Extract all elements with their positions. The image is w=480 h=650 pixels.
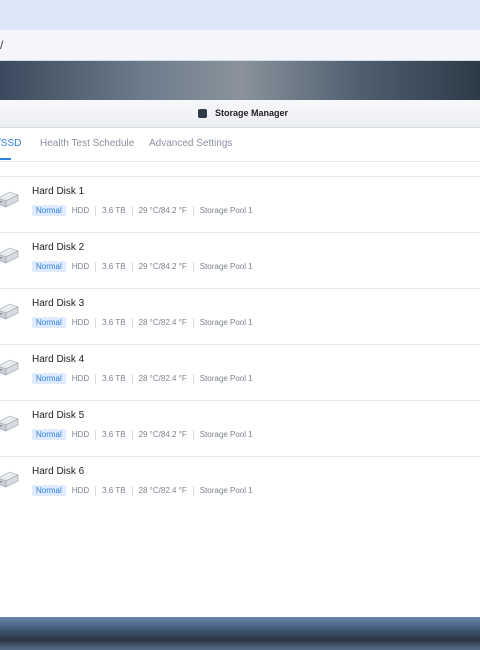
- separator: [95, 261, 97, 272]
- status-badge: Normal: [32, 261, 66, 272]
- disk-size: 3.6 TB: [102, 206, 126, 215]
- disk-row[interactable]: Hard Disk 5 Normal HDD 3.6 TB 29 °C/84.2…: [0, 400, 480, 449]
- separator: [131, 205, 133, 216]
- active-tab-indicator: [0, 158, 11, 160]
- browser-tab-bar: [0, 0, 480, 31]
- disk-row[interactable]: Hard Disk 6 Normal HDD 3.6 TB 28 °C/82.4…: [0, 456, 480, 505]
- disk-name: Hard Disk 6: [32, 466, 85, 477]
- tab-advanced-settings[interactable]: Advanced Settings: [149, 138, 232, 149]
- hdd-icon: [0, 471, 19, 488]
- status-badge: Normal: [32, 317, 66, 328]
- storage-manager-icon: [198, 109, 207, 118]
- disk-type: HDD: [71, 206, 90, 215]
- hdd-icon: [0, 359, 19, 376]
- separator: [131, 373, 133, 384]
- disk-temperature: 29 °C/84.2 °F: [138, 206, 187, 215]
- disk-name: Hard Disk 5: [32, 410, 85, 421]
- disk-type: HDD: [71, 374, 90, 383]
- disk-size: 3.6 TB: [102, 430, 126, 439]
- separator: [95, 429, 97, 440]
- address-text: /: [0, 38, 4, 52]
- hdd-icon: [0, 191, 19, 208]
- separator: [95, 373, 97, 384]
- disk-meta: Normal HDD 3.6 TB 28 °C/82.4 °F Storage …: [32, 316, 253, 329]
- separator: [192, 205, 194, 216]
- browser-address-bar[interactable]: /: [0, 30, 480, 61]
- disk-storage-pool: Storage Pool 1: [199, 262, 253, 271]
- disk-temperature: 29 °C/84.2 °F: [138, 262, 187, 271]
- disk-temperature: 28 °C/82.4 °F: [138, 374, 187, 383]
- separator: [131, 429, 133, 440]
- desktop-wallpaper-bottom: [0, 617, 480, 650]
- disk-meta: Normal HDD 3.6 TB 28 °C/82.4 °F Storage …: [32, 484, 253, 497]
- tab-hdd-ssd[interactable]: /SSD: [0, 138, 21, 149]
- disk-size: 3.6 TB: [102, 486, 126, 495]
- desktop-wallpaper-top: [0, 61, 480, 100]
- disk-name: Hard Disk 2: [32, 242, 85, 253]
- status-badge: Normal: [32, 485, 66, 496]
- hdd-icon: [0, 247, 19, 264]
- disk-meta: Normal HDD 3.6 TB 29 °C/84.2 °F Storage …: [32, 204, 253, 217]
- disk-row[interactable]: Hard Disk 2 Normal HDD 3.6 TB 29 °C/84.2…: [0, 232, 480, 281]
- disk-storage-pool: Storage Pool 1: [199, 318, 253, 327]
- disk-storage-pool: Storage Pool 1: [199, 486, 253, 495]
- window-title: Storage Manager: [215, 108, 289, 118]
- disk-row[interactable]: Hard Disk 1 Normal HDD 3.6 TB 29 °C/84.2…: [0, 176, 480, 225]
- tab-bar: /SSD Health Test Schedule Advanced Setti…: [0, 127, 480, 162]
- separator: [95, 205, 97, 216]
- separator: [95, 485, 97, 496]
- disk-size: 3.6 TB: [102, 262, 126, 271]
- disk-row[interactable]: Hard Disk 4 Normal HDD 3.6 TB 28 °C/82.4…: [0, 344, 480, 393]
- separator: [95, 317, 97, 328]
- disk-meta: Normal HDD 3.6 TB 28 °C/82.4 °F Storage …: [32, 372, 253, 385]
- storage-manager-window: Storage Manager /SSD Health Test Schedul…: [0, 100, 480, 617]
- separator: [131, 317, 133, 328]
- status-badge: Normal: [32, 205, 66, 216]
- disk-type: HDD: [71, 430, 90, 439]
- disk-size: 3.6 TB: [102, 374, 126, 383]
- disk-storage-pool: Storage Pool 1: [199, 374, 253, 383]
- disk-storage-pool: Storage Pool 1: [199, 206, 253, 215]
- disk-row[interactable]: Hard Disk 3 Normal HDD 3.6 TB 28 °C/82.4…: [0, 288, 480, 337]
- disk-type: HDD: [71, 262, 90, 271]
- disk-meta: Normal HDD 3.6 TB 29 °C/84.2 °F Storage …: [32, 260, 253, 273]
- separator: [131, 485, 133, 496]
- disk-type: HDD: [71, 318, 90, 327]
- disk-temperature: 28 °C/82.4 °F: [138, 486, 187, 495]
- separator: [192, 429, 194, 440]
- separator: [192, 373, 194, 384]
- separator: [192, 317, 194, 328]
- disk-name: Hard Disk 1: [32, 186, 85, 197]
- disk-temperature: 28 °C/82.4 °F: [138, 318, 187, 327]
- hdd-icon: [0, 303, 19, 320]
- status-badge: Normal: [32, 429, 66, 440]
- separator: [192, 485, 194, 496]
- status-badge: Normal: [32, 373, 66, 384]
- window-titlebar[interactable]: Storage Manager: [0, 100, 480, 128]
- disk-name: Hard Disk 3: [32, 298, 85, 309]
- disk-size: 3.6 TB: [102, 318, 126, 327]
- disk-temperature: 29 °C/84.2 °F: [138, 430, 187, 439]
- disk-meta: Normal HDD 3.6 TB 29 °C/84.2 °F Storage …: [32, 428, 253, 441]
- disk-storage-pool: Storage Pool 1: [199, 430, 253, 439]
- separator: [131, 261, 133, 272]
- tab-health-test-schedule[interactable]: Health Test Schedule: [40, 138, 134, 149]
- hdd-icon: [0, 415, 19, 432]
- disk-name: Hard Disk 4: [32, 354, 85, 365]
- separator: [192, 261, 194, 272]
- disk-type: HDD: [71, 486, 90, 495]
